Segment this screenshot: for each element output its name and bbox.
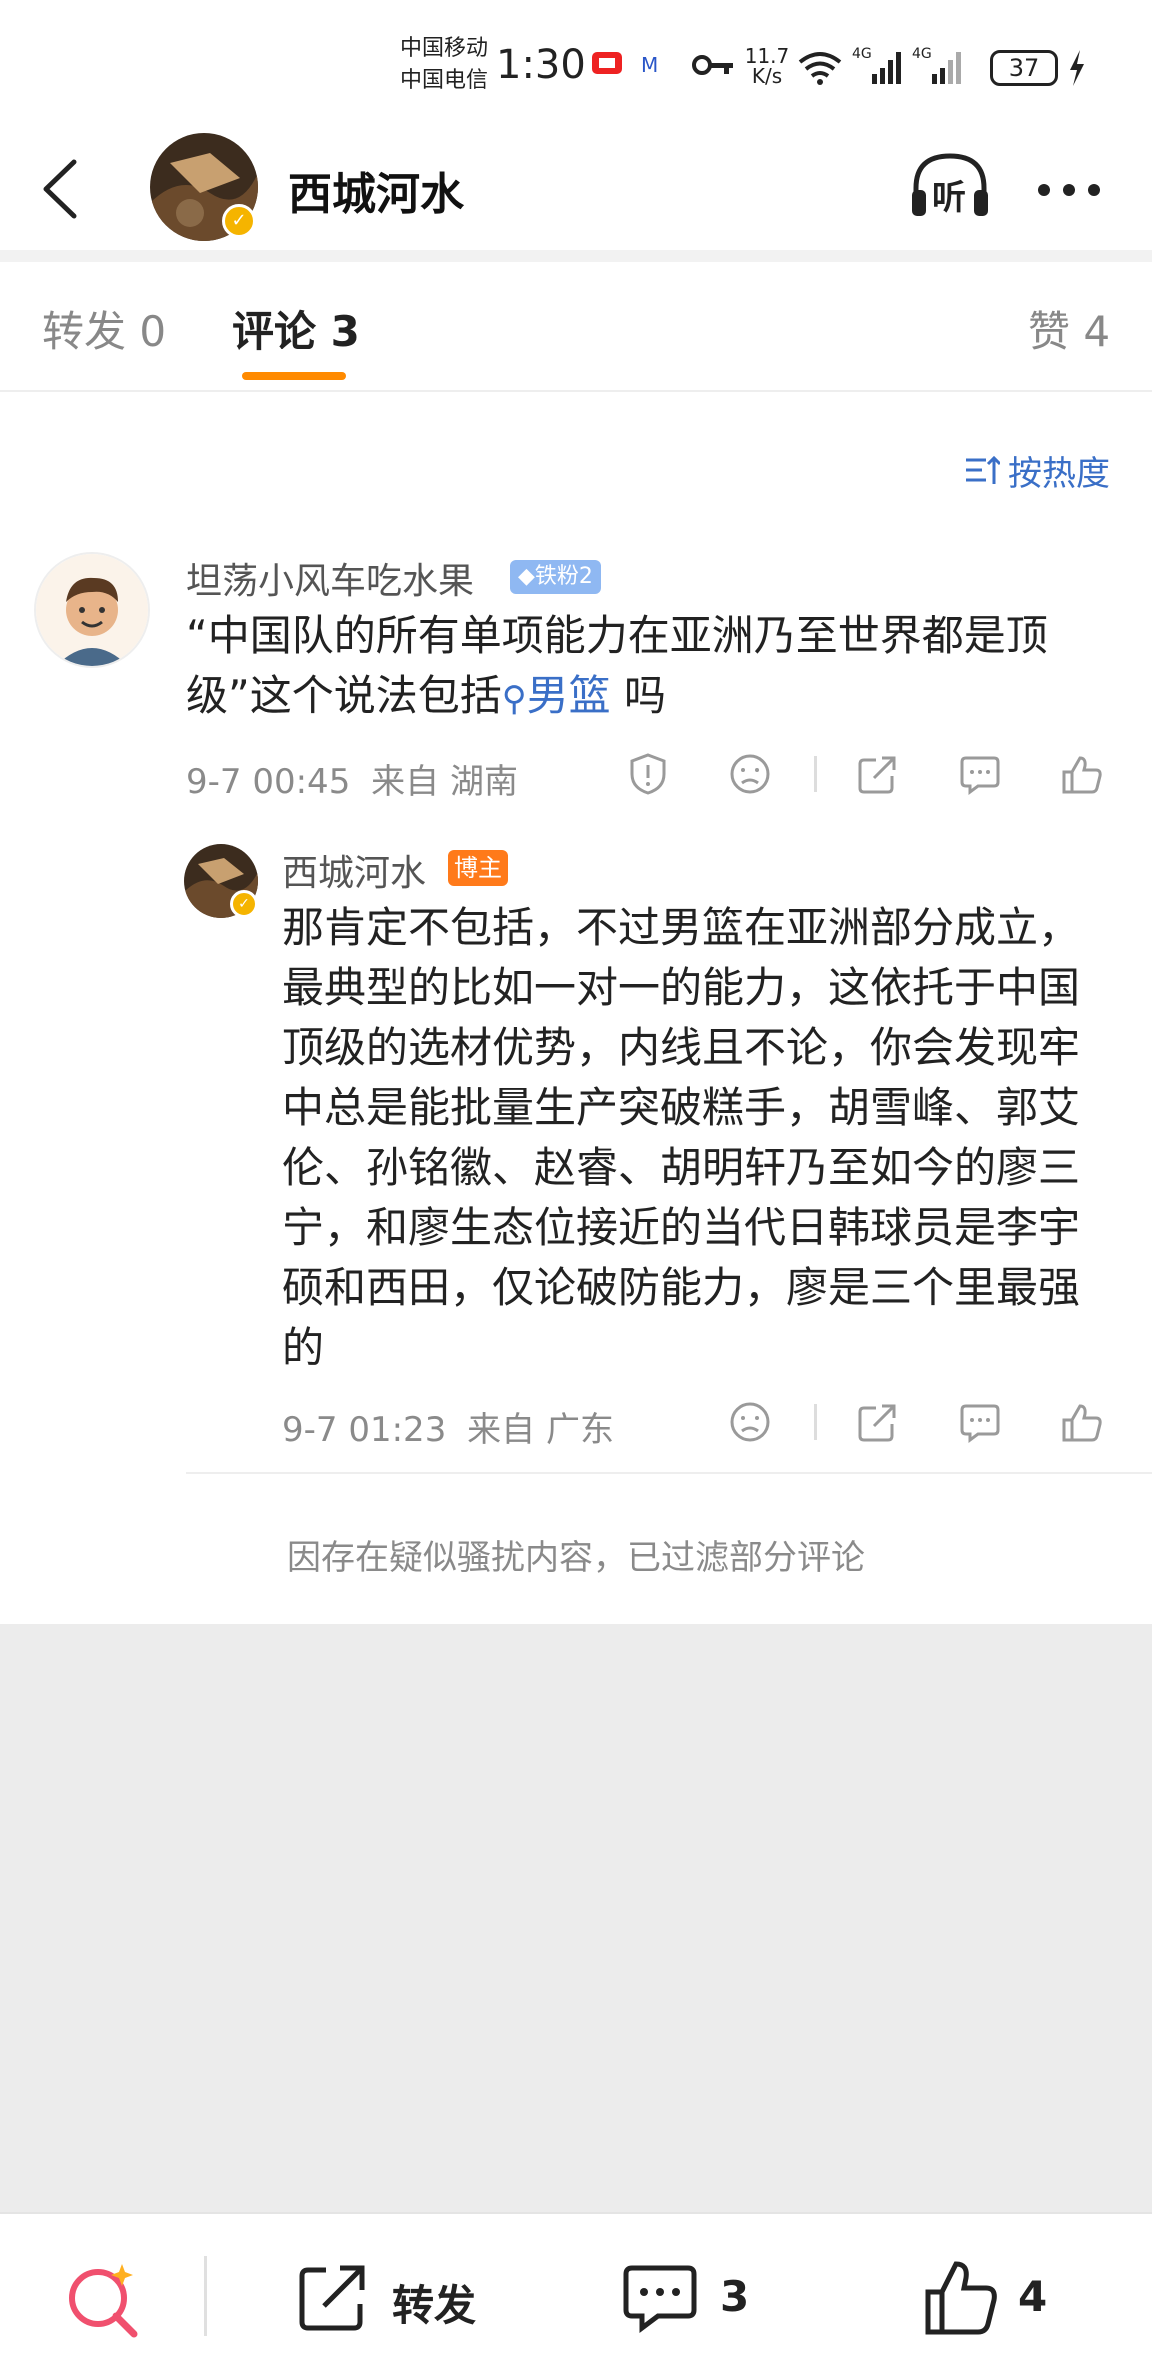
sad-face-icon — [730, 1402, 770, 1442]
reply-meta: 9-7 01:23 来自 广东 — [282, 1402, 614, 1451]
action-divider — [814, 756, 817, 792]
repost-label: 转发 — [392, 2281, 477, 2330]
reply-dislike-button[interactable] — [728, 1400, 772, 1444]
reply-time: 9-7 01:23 — [282, 1410, 447, 1450]
topic-link[interactable]: ⚲男篮 — [502, 671, 611, 720]
signal-icon-1: 4G — [852, 44, 904, 86]
reply-share-button[interactable] — [856, 1400, 900, 1444]
comment-button[interactable]: 3 — [622, 2262, 752, 2334]
mail-icon: M — [640, 54, 662, 76]
net-speed-value: 11.7 — [744, 44, 790, 68]
listen-label: 听 — [932, 178, 966, 218]
comment-icon — [960, 756, 1000, 795]
thumbs-up-icon — [925, 2261, 997, 2335]
signal-icon-2: 4G — [912, 44, 964, 86]
share-icon — [858, 1404, 896, 1442]
share-button[interactable] — [856, 752, 900, 796]
reply-username[interactable]: 西城河水 — [282, 844, 426, 896]
host-badge: 博主 — [448, 850, 508, 886]
comment-text: “中国队的所有单项能力在亚洲乃至世界都是顶级”这个说法包括⚲男篮 吗 — [186, 606, 1120, 729]
charging-icon — [1066, 48, 1088, 88]
status-time: 1:30 — [496, 42, 586, 88]
repost-icon — [299, 2265, 365, 2331]
tab-repost[interactable]: 转发 0 — [42, 298, 166, 359]
more-icon — [1038, 184, 1100, 196]
sad-face-icon — [730, 754, 770, 794]
battery-indicator: 37 — [990, 50, 1058, 86]
comment-divider — [186, 1472, 1152, 1474]
dislike-button[interactable] — [728, 752, 772, 796]
status-bar: 中国移动 中国电信 1:30 M 11.7 K/s 4G 4G 37 — [0, 0, 1152, 130]
reply-text: 那肯定不包括，不过男篮在亚洲部分成立，最典型的比如一对一的能力，这依托于中国顶级… — [282, 903, 1081, 1372]
ai-search-button[interactable] — [64, 2258, 144, 2338]
app-notification-icon — [590, 50, 624, 80]
ai-search-icon — [69, 2264, 138, 2338]
comment-meta: 9-7 00:45 来自 湖南 — [186, 754, 518, 803]
sort-icon — [966, 455, 1000, 484]
back-button[interactable] — [36, 156, 86, 222]
comment-time: 9-7 00:45 — [186, 762, 351, 802]
tab-bar: 转发 0 评论 3 赞 4 — [0, 262, 1152, 390]
sort-button[interactable]: 按热度 — [964, 446, 1124, 494]
wifi-icon — [796, 46, 844, 86]
reply-location: 来自 广东 — [467, 1410, 614, 1450]
commenter-avatar[interactable] — [34, 552, 150, 668]
search-icon: ⚲ — [501, 679, 527, 719]
svg-text:4G: 4G — [912, 46, 932, 62]
comment-icon — [623, 2265, 697, 2333]
topic-link-label: 男篮 — [526, 671, 611, 720]
tab-comment[interactable]: 评论 3 — [232, 298, 360, 359]
report-button[interactable] — [626, 752, 670, 796]
thumbs-up-icon — [1062, 1404, 1102, 1442]
key-icon — [692, 52, 736, 78]
bottom-action-bar: 转发 3 4 — [0, 2212, 1152, 2376]
header: ✓ 西城河水 听 — [0, 130, 1152, 250]
thumbs-up-icon — [1062, 756, 1102, 794]
like-button-bottom[interactable]: 4 — [922, 2258, 1062, 2338]
header-divider — [0, 250, 1152, 262]
net-speed-unit: K/s — [751, 64, 783, 88]
tab-like[interactable]: 赞 4 — [1028, 298, 1110, 359]
active-tab-indicator — [242, 372, 346, 380]
listen-button[interactable]: 听 — [908, 150, 992, 222]
comment-location: 来自 湖南 — [371, 762, 518, 802]
back-arrow-icon — [43, 159, 77, 219]
reply-button[interactable] — [958, 752, 1002, 796]
reply-comment-button[interactable] — [958, 1400, 1002, 1444]
carrier-1: 中国移动 — [400, 36, 489, 61]
filter-notice: 因存在疑似骚扰内容，已过滤部分评论 — [287, 1538, 865, 1578]
net-speed: 11.7 K/s — [744, 46, 790, 86]
more-options-button[interactable] — [1036, 182, 1102, 198]
action-divider — [814, 1404, 817, 1440]
comment-count: 3 — [720, 2272, 750, 2321]
reply-like-button[interactable] — [1060, 1400, 1104, 1444]
comment-text-part2: 吗 — [610, 671, 667, 720]
bottom-divider — [204, 2256, 207, 2336]
comment-icon — [960, 1404, 1000, 1443]
share-icon — [858, 756, 896, 794]
commenter-username[interactable]: 坦荡小风车吃水果 — [186, 552, 474, 604]
like-count: 4 — [1018, 2272, 1048, 2321]
empty-area — [0, 1624, 1152, 2212]
svg-text:M: M — [641, 54, 658, 76]
tab-divider — [0, 390, 1152, 392]
page-title: 西城河水 — [288, 169, 464, 220]
like-button[interactable] — [1060, 752, 1104, 796]
verified-badge-icon: ✓ — [222, 204, 256, 238]
diamond-icon: ◆ — [518, 564, 535, 589]
reply-verified-icon: ✓ — [230, 890, 258, 918]
fan-badge-label: 铁粉2 — [534, 564, 593, 589]
svg-text:4G: 4G — [852, 46, 872, 62]
carrier-2: 中国电信 — [400, 68, 489, 93]
sort-label: 按热度 — [1008, 454, 1110, 494]
fan-badge: ◆铁粉2 — [510, 560, 601, 594]
shield-alert-icon — [630, 753, 666, 795]
repost-button[interactable]: 转发 — [296, 2262, 506, 2334]
